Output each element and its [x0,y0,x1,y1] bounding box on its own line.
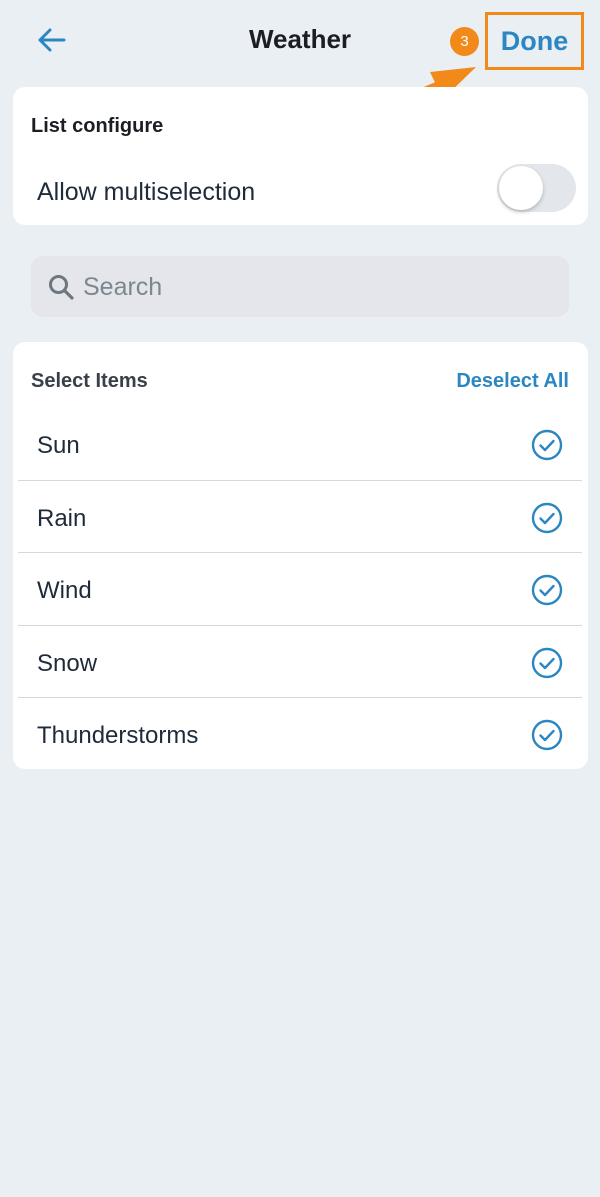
item-label: Wind [37,577,92,604]
search-bar [31,256,569,317]
list-item[interactable]: Wind [18,553,582,626]
list-item[interactable]: Thunderstorms [18,698,582,771]
done-button[interactable]: Done [485,12,584,70]
check-circle-icon [531,429,563,461]
check-circle-icon [531,574,563,606]
deselect-all-button[interactable]: Deselect All [456,370,569,393]
item-label: Snow [37,649,98,677]
search-input[interactable] [83,266,553,308]
item-label: Sun [37,432,80,459]
list-item[interactable]: Sun [18,408,582,481]
select-items-card: Select Items Deselect All Sun Rain Wind [13,342,588,769]
item-label: Rain [37,504,87,532]
config-section-title: List configure [31,115,164,137]
list-config-card: List configure Allow multiselection [13,87,588,225]
screen: Weather 3 Done List configure Allow mult… [0,0,600,1197]
item-label: Thunderstorms [37,722,199,749]
toggle-knob [499,166,543,210]
check-circle-icon [531,502,563,533]
multiselection-label: Allow multiselection [37,178,256,206]
list-item[interactable]: Rain [18,481,582,553]
check-circle-icon [531,647,563,678]
check-circle-icon [531,719,563,751]
item-list: Sun Rain Wind Snow Thunderstorms [18,408,582,771]
list-item[interactable]: Snow [18,626,582,698]
step-badge: 3 [450,27,479,56]
multiselection-toggle[interactable] [497,164,576,212]
select-items-title: Select Items [31,370,148,392]
search-icon [49,275,74,300]
top-bar: Weather 3 Done [0,0,600,82]
